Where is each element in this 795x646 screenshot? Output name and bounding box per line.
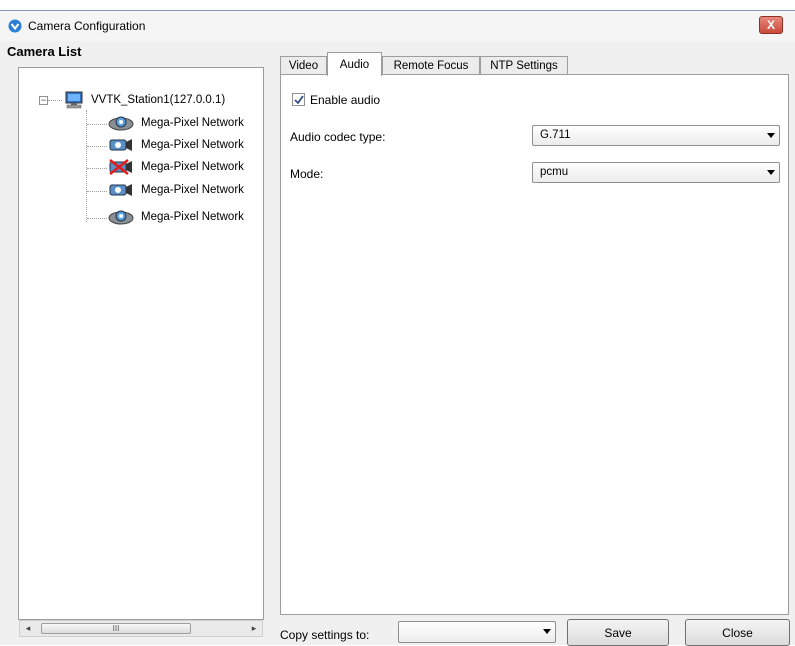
scroll-right-arrow-icon[interactable]: ▸ bbox=[246, 621, 262, 636]
tree-item-station[interactable]: VVTK_Station1(127.0.0.1) bbox=[64, 90, 225, 110]
tree-item-camera[interactable]: Mega-Pixel Network bbox=[108, 157, 244, 177]
station-label: VVTK_Station1(127.0.0.1) bbox=[91, 94, 226, 106]
chevron-down-icon bbox=[767, 170, 775, 175]
computer-icon bbox=[65, 91, 83, 109]
save-button[interactable]: Save bbox=[567, 619, 669, 646]
box-camera-icon bbox=[109, 184, 132, 196]
close-button[interactable]: Close bbox=[685, 619, 790, 646]
camera-label: Mega-Pixel Network bbox=[141, 211, 244, 223]
camera-configuration-window: Camera Configuration X Camera List − VVT… bbox=[0, 10, 795, 646]
tree-item-camera[interactable]: Mega-Pixel Network bbox=[108, 135, 244, 155]
audio-codec-value: G.711 bbox=[540, 129, 571, 141]
tree-item-camera[interactable]: Mega-Pixel Network bbox=[108, 180, 244, 200]
title-bar: Camera Configuration X bbox=[0, 11, 795, 41]
scrollbar-thumb[interactable]: III bbox=[41, 623, 191, 634]
camera-tree[interactable]: − VVTK_Station1(127.0.0.1) Mega-Pixel Ne… bbox=[18, 67, 264, 620]
camera-label: Mega-Pixel Network bbox=[141, 161, 244, 173]
copy-settings-select[interactable] bbox=[398, 621, 556, 643]
camera-label: Mega-Pixel Network bbox=[141, 139, 244, 151]
tab-video[interactable]: Video bbox=[280, 56, 327, 75]
tree-horizontal-scrollbar[interactable]: ◂ III ▸ bbox=[19, 620, 263, 637]
tree-item-camera[interactable]: Mega-Pixel Network bbox=[108, 113, 244, 133]
enable-audio-label: Enable audio bbox=[310, 93, 381, 107]
chevron-down-icon bbox=[767, 133, 775, 138]
tab-audio[interactable]: Audio bbox=[327, 52, 382, 76]
disconnected-camera-icon bbox=[109, 159, 132, 175]
audio-codec-select[interactable]: G.711 bbox=[532, 125, 780, 146]
audio-settings-panel: Enable audio Audio codec type: G.711 Mod… bbox=[280, 74, 789, 615]
camera-label: Mega-Pixel Network bbox=[141, 184, 244, 196]
close-window-button[interactable]: X bbox=[759, 16, 783, 34]
window-title: Camera Configuration bbox=[28, 19, 146, 33]
mode-label: Mode: bbox=[290, 167, 324, 181]
chevron-down-icon bbox=[543, 629, 551, 634]
tree-item-camera[interactable]: Mega-Pixel Network bbox=[108, 207, 244, 227]
camera-list-heading: Camera List bbox=[7, 44, 82, 59]
tab-remote-focus[interactable]: Remote Focus bbox=[382, 56, 480, 75]
camera-label: Mega-Pixel Network bbox=[141, 117, 244, 129]
mode-select[interactable]: pcmu bbox=[532, 162, 780, 183]
enable-audio-checkbox[interactable] bbox=[292, 93, 305, 106]
tab-ntp-settings[interactable]: NTP Settings bbox=[480, 56, 568, 75]
mode-value: pcmu bbox=[540, 166, 569, 178]
dome-camera-icon bbox=[108, 116, 134, 131]
close-icon: X bbox=[766, 18, 775, 32]
audio-codec-label: Audio codec type: bbox=[290, 130, 386, 144]
scroll-left-arrow-icon[interactable]: ◂ bbox=[20, 621, 36, 636]
copy-settings-label: Copy settings to: bbox=[280, 628, 370, 642]
dome-camera-icon bbox=[108, 210, 134, 225]
checkmark-icon bbox=[294, 95, 304, 105]
app-logo-icon bbox=[8, 19, 22, 33]
collapse-toggle[interactable]: − bbox=[39, 96, 48, 105]
box-camera-icon bbox=[109, 139, 132, 151]
